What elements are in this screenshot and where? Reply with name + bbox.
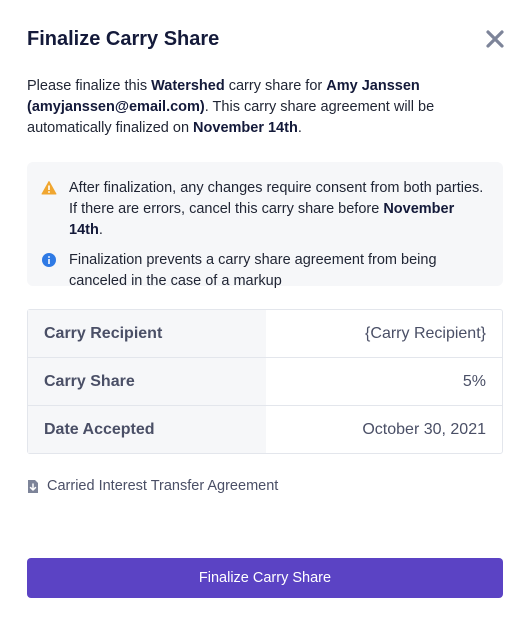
details-table: Carry Recipient {Carry Recipient} Carry … [27,309,503,454]
row-label: Carry Recipient [28,310,266,357]
warning-text: After finalization, any changes require … [69,178,489,241]
intro-text: Please finalize this Watershed carry sha… [27,76,497,139]
finalize-carry-share-modal: Finalize Carry Share Please finalize thi… [0,0,525,622]
document-link[interactable]: Carried Interest Transfer Agreement [27,478,278,494]
table-row: Carry Recipient {Carry Recipient} [28,310,502,357]
file-download-icon [27,479,39,494]
row-label: Carry Share [28,358,266,405]
row-value: October 30, 2021 [362,420,486,438]
warning-text-part: . [98,222,103,238]
table-row: Date Accepted October 30, 2021 [28,405,502,453]
intro-text-part: Please finalize this [27,78,152,94]
intro-text-part: . [297,120,302,136]
document-label: Carried Interest Transfer Agreement [47,478,279,494]
row-label: Date Accepted [28,406,266,453]
info-notice: Finalization prevents a carry share agre… [41,250,489,292]
notice-box: After finalization, any changes require … [27,162,503,289]
info-text: Finalization prevents a carry share agre… [69,252,437,289]
finalize-button[interactable]: Finalize Carry Share [27,558,503,598]
warning-icon [41,180,57,196]
row-value: {Carry Recipient} [365,324,486,342]
close-icon[interactable] [484,28,506,50]
entity-name: Watershed [151,78,225,94]
intro-text-part: carry share for [224,78,327,94]
table-row: Carry Share 5% [28,357,502,405]
warning-notice: After finalization, any changes require … [41,178,489,241]
row-value: 5% [462,372,486,390]
info-icon [41,252,57,268]
finalize-date: November 14th [193,120,298,136]
modal-title: Finalize Carry Share [27,28,220,50]
